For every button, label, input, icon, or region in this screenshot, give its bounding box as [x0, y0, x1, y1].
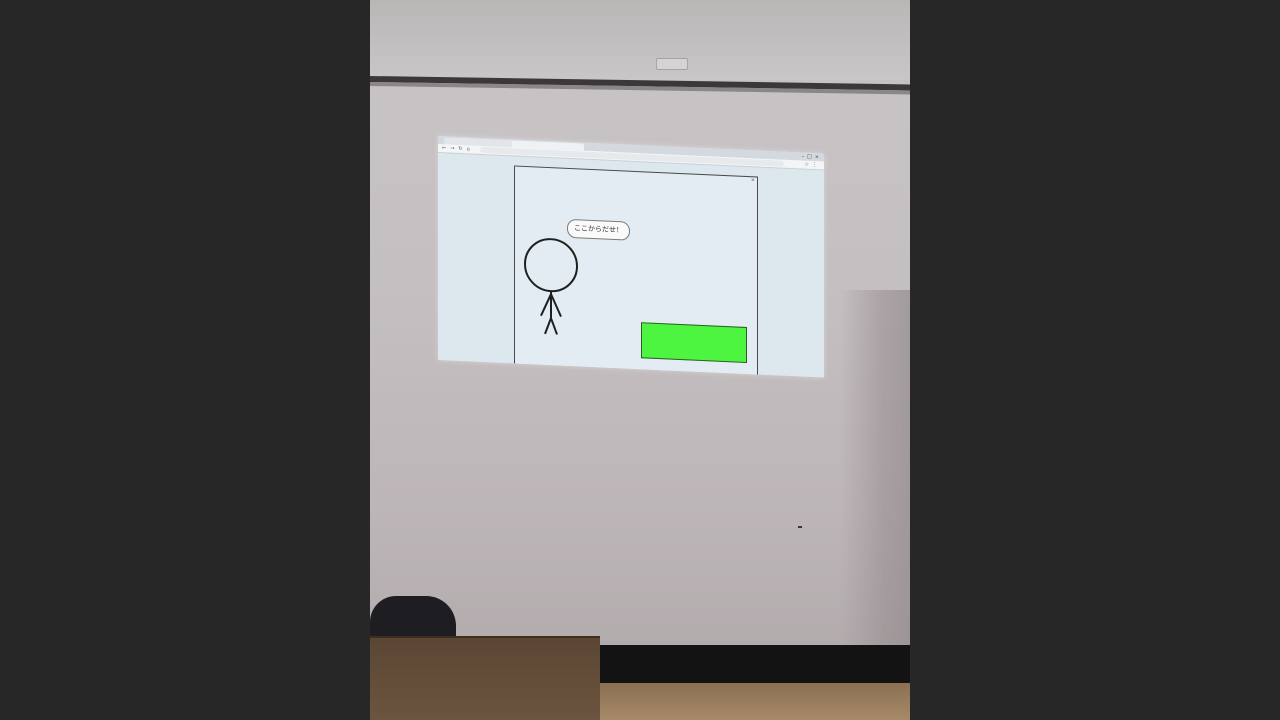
chair-back: [370, 596, 456, 640]
room-photo: –□× ←→↻⌂ ☆⋮ × ここからだせ！: [370, 0, 910, 720]
stick-figure-head: [524, 238, 578, 293]
stick-figure-left-leg: [544, 317, 552, 335]
maximize-icon[interactable]: □: [807, 154, 815, 160]
letterbox-left: [0, 0, 370, 720]
nav-buttons: ←→↻⌂: [442, 144, 474, 153]
close-icon[interactable]: ×: [815, 154, 822, 160]
wall-mark: [798, 526, 802, 528]
extension-icon[interactable]: ☆: [805, 162, 812, 168]
stick-figure[interactable]: [521, 237, 591, 370]
stick-figure-left-arm: [540, 293, 552, 317]
game-stage[interactable]: × ここからだせ！: [514, 165, 758, 377]
toolbar-icons: ☆⋮: [805, 161, 820, 170]
baseboard: [598, 645, 910, 683]
stick-figure-right-arm: [550, 293, 562, 317]
green-box[interactable]: [641, 322, 747, 364]
letterbox-right: [910, 0, 1280, 720]
stick-figure-right-leg: [550, 317, 558, 335]
speech-bubble: ここからだせ！: [567, 218, 630, 241]
extension-icon[interactable]: ⋮: [812, 162, 820, 168]
ceiling-fixture: [656, 58, 688, 70]
wall-shadow: [840, 290, 910, 650]
projected-screen: –□× ←→↻⌂ ☆⋮ × ここからだせ！: [438, 136, 824, 378]
back-arrow-icon[interactable]: ←: [442, 145, 450, 151]
reload-icon[interactable]: ↻: [458, 146, 466, 152]
ceiling: [370, 0, 910, 80]
desk: [370, 636, 600, 720]
floor: [598, 683, 910, 720]
home-icon[interactable]: ⌂: [467, 146, 474, 152]
close-icon[interactable]: ×: [751, 177, 755, 183]
